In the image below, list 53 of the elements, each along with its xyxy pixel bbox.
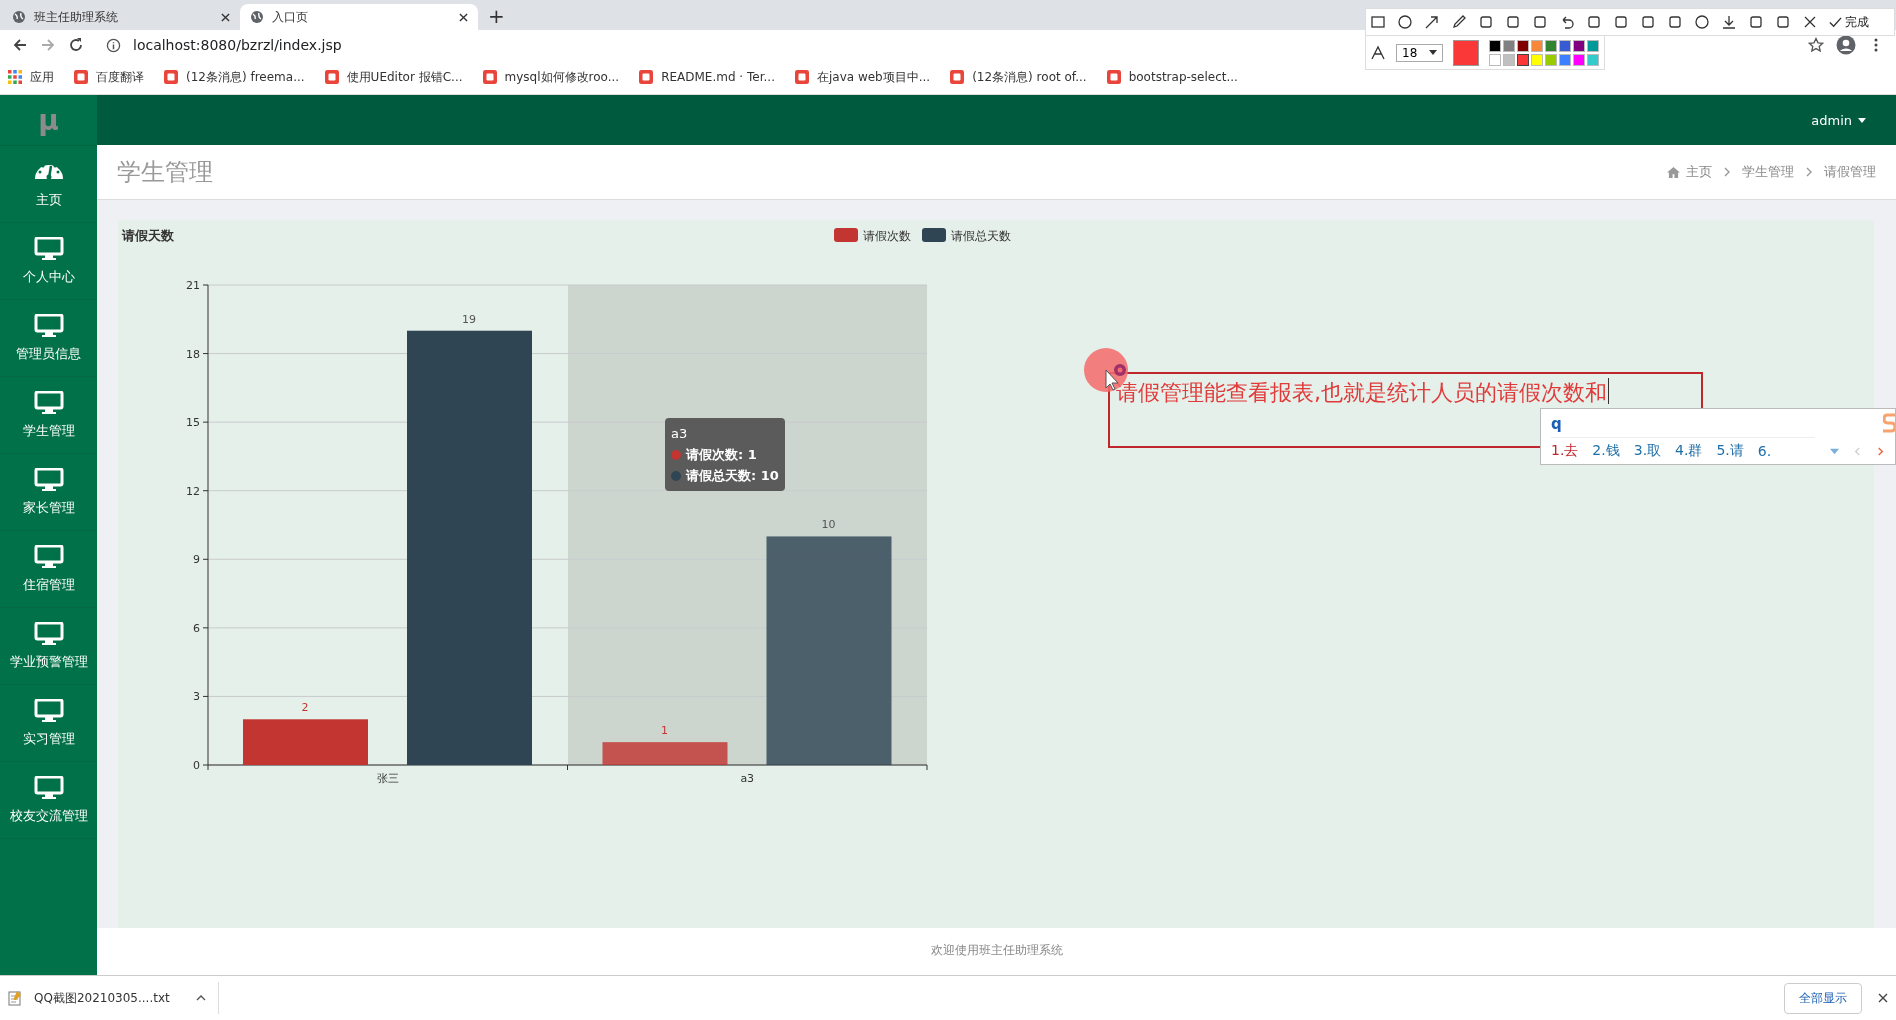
axis-tick-label: 张三 (376, 772, 399, 785)
bookmark-link[interactable]: (12条消息) root of... (950, 68, 1087, 86)
bookmark-link[interactable]: 使用UEditor 报错C... (324, 68, 463, 86)
bookmark-link[interactable]: mysql如何修改roo... (482, 68, 620, 86)
done-button[interactable]: 完成 (1829, 13, 1869, 31)
axis-tick-label: a3 (740, 772, 755, 785)
footer-text: 欢迎使用班主任助理系统 (930, 942, 1063, 959)
font-size-select[interactable]: 18 (1396, 43, 1444, 62)
data-label: 10 (821, 518, 836, 532)
bookmark-link[interactable]: 应用 (8, 68, 54, 86)
new-tab-button[interactable]: + (478, 4, 515, 30)
breadcrumb-link[interactable]: 学生管理 (1742, 163, 1794, 181)
ime-candidate[interactable]: 4.群 (1675, 442, 1703, 460)
breadcrumb-link[interactable]: 主页 (1686, 163, 1712, 181)
download-item[interactable]: QQ截图20210305....txt (8, 982, 219, 1014)
axis-tick-label: 3 (193, 690, 200, 704)
browser-tab[interactable]: 入口页 (240, 4, 478, 30)
ime-candidate[interactable]: 2.钱 (1592, 442, 1620, 460)
data-label: 2 (301, 701, 309, 715)
axis-tick-label: 18 (186, 347, 200, 361)
axis-tick-label: 6 (193, 621, 200, 635)
bookmark-link[interactable]: README.md · Ter... (639, 70, 775, 84)
axis-tick-label: 0 (193, 759, 200, 772)
tooltip-text: 请假次数: 1 (686, 446, 757, 464)
axis-tick-label: 15 (186, 416, 200, 430)
ime-candidate[interactable]: 1.去 (1551, 442, 1579, 460)
address-field[interactable]: localhost:8080/bzrzl/index.jsp (133, 37, 342, 53)
annotation-text[interactable]: 请假管理能查看报表,也就是统计人员的请假次数和 (1116, 378, 1607, 408)
show-all-button[interactable]: 全部显示 (1784, 982, 1862, 1014)
chart-title: 请假天数 (122, 228, 174, 243)
tooltip-title: a3 (671, 425, 689, 443)
legend-item[interactable]: 请假总天数 (922, 228, 1011, 243)
bookmark-link[interactable]: 在java web项目中... (794, 68, 931, 86)
bookmark-link[interactable]: (12条消息) freema... (164, 68, 305, 86)
axis-tick-label: 12 (186, 484, 200, 498)
data-label: 1 (661, 724, 668, 738)
bookmark-link[interactable]: 百度翻译 (74, 68, 144, 86)
ime-candidate[interactable]: 5.请 (1716, 442, 1744, 460)
axis-tick-label: 21 (186, 279, 200, 292)
browser-tab[interactable]: 班主任助理系统 (2, 4, 240, 30)
ime-candidate[interactable]: 3.取 (1633, 442, 1662, 460)
user-menu[interactable]: admin (1811, 112, 1866, 128)
tooltip-text: 请假总天数: 10 (686, 467, 779, 485)
legend-item[interactable]: 请假次数 (834, 228, 911, 243)
bookmark-link[interactable]: bootstrap-select... (1106, 70, 1238, 84)
data-label: 19 (462, 312, 476, 326)
breadcrumb-link[interactable]: 请假管理 (1824, 163, 1876, 181)
axis-tick-label: 9 (193, 553, 200, 567)
ime-candidate[interactable]: 6. (1757, 443, 1772, 459)
legend-label: 请假总天数 (951, 229, 1011, 243)
page-title: 学生管理 (117, 157, 214, 188)
ime-input[interactable]: q (1551, 415, 1562, 433)
legend-label: 请假次数 (863, 229, 911, 243)
